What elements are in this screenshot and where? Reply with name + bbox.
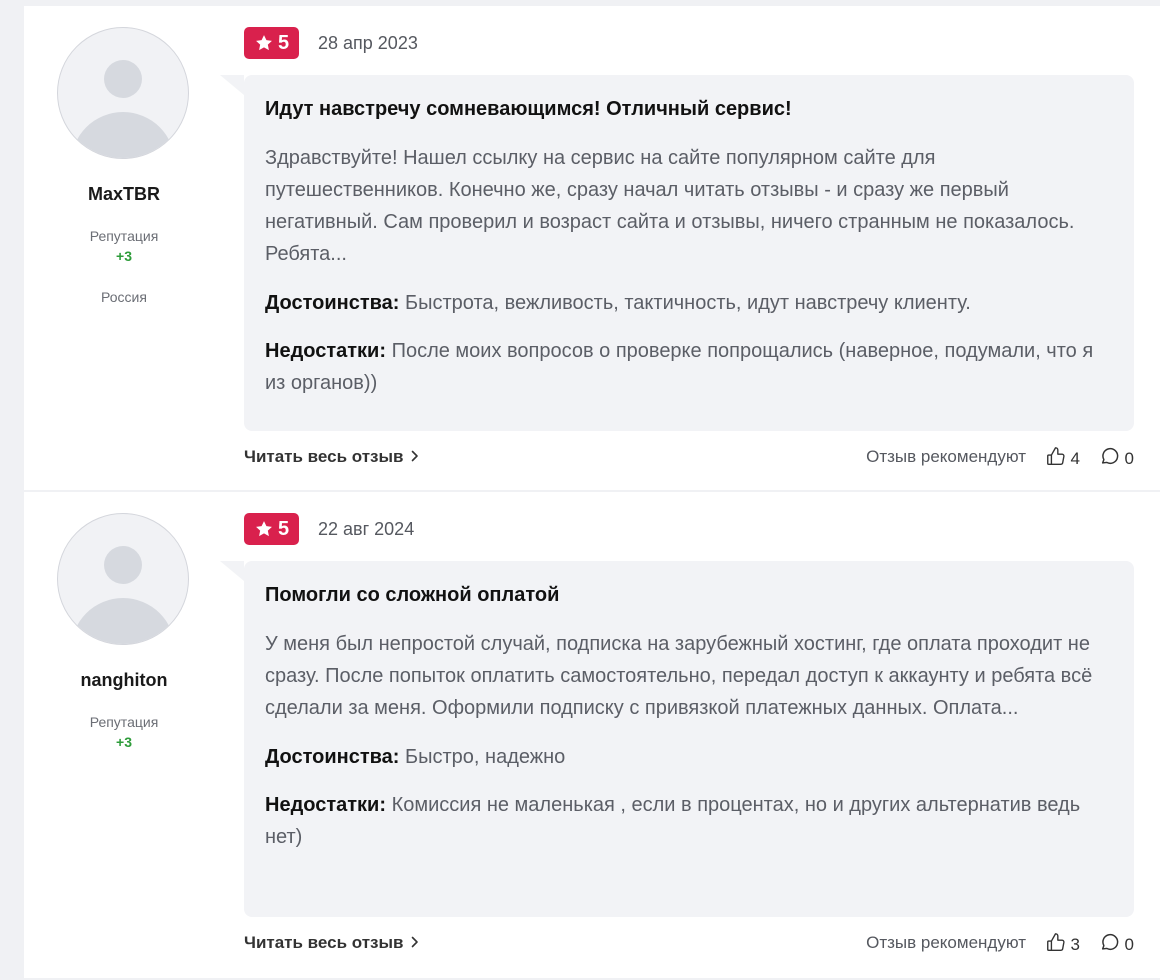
avatar-head-shape xyxy=(104,546,142,584)
review-content: Помогли со сложной оплатой У меня был не… xyxy=(220,561,1134,917)
read-more-label: Читать весь отзыв xyxy=(244,933,404,952)
reputation-label: Репутация xyxy=(89,714,159,730)
chevron-right-icon xyxy=(411,933,419,953)
reputation-label: Репутация xyxy=(89,228,159,244)
comment-icon xyxy=(1099,931,1121,958)
read-full-review-link[interactable]: Читать весь отзыв xyxy=(244,447,419,467)
pros-text: Быстро, надежно xyxy=(405,746,566,768)
review-cons: Недостатки: Комиссия не маленькая , если… xyxy=(265,789,1113,853)
comment-icon xyxy=(1099,445,1121,472)
review-pros: Достоинства: Быстро, надежно xyxy=(265,741,1113,773)
review-date: 28 апр 2023 xyxy=(318,33,418,53)
comments-button[interactable]: 0 xyxy=(1099,445,1134,472)
like-button[interactable]: 4 xyxy=(1045,445,1080,472)
read-full-review-link[interactable]: Читать весь отзыв xyxy=(244,933,419,953)
reputation-value: +3 xyxy=(116,734,132,750)
thumbs-up-icon xyxy=(1045,931,1067,958)
rating-badge: 5 xyxy=(244,27,299,59)
comments-button[interactable]: 0 xyxy=(1099,931,1134,958)
cons-label: Недостатки: xyxy=(265,340,387,362)
cons-text: Комиссия не маленькая , если в процентах… xyxy=(265,794,1081,848)
review-footer: Читать весь отзыв Отзыв рекомендуют 3 0 xyxy=(244,933,1134,957)
review-card: nanghiton Репутация +3 5 22 авг 2024 Пом… xyxy=(24,492,1160,978)
review-card: MaxTBR Репутация +3 Россия 5 28 апр 2023… xyxy=(24,6,1160,490)
avatar-head-shape xyxy=(104,60,142,98)
avatar[interactable] xyxy=(57,27,189,159)
recommend-label: Отзыв рекомендуют xyxy=(866,933,1026,952)
likes-count: 3 xyxy=(1070,934,1080,954)
pros-text: Быстрота, вежливость, тактичность, идут … xyxy=(405,292,971,314)
avatar-body-shape xyxy=(71,598,175,644)
review-pros: Достоинства: Быстрота, вежливость, такти… xyxy=(265,287,1113,319)
star-icon xyxy=(254,33,274,53)
avatar-body-shape xyxy=(71,112,175,158)
review-title[interactable]: Помогли со сложной оплатой xyxy=(265,581,1113,609)
reviews-page: MaxTBR Репутация +3 Россия 5 28 апр 2023… xyxy=(0,0,1160,980)
recommend-label: Отзыв рекомендуют xyxy=(866,447,1026,466)
author-name[interactable]: MaxTBR xyxy=(24,184,224,205)
like-button[interactable]: 3 xyxy=(1045,931,1080,958)
review-footer: Читать весь отзыв Отзыв рекомендуют 4 0 xyxy=(244,447,1134,471)
review-content: Идут навстречу сомневающимся! Отличный с… xyxy=(220,75,1134,431)
review-body: Здравствуйте! Нашел ссылку на сервис на … xyxy=(265,147,1075,265)
likes-count: 4 xyxy=(1070,448,1080,468)
cons-label: Недостатки: xyxy=(265,794,387,816)
comments-count: 0 xyxy=(1124,448,1134,468)
pros-label: Достоинства: xyxy=(265,746,400,768)
review-cons: Недостатки: После моих вопросов о провер… xyxy=(265,335,1113,399)
review-body: У меня был непростой случай, подписка на… xyxy=(265,633,1093,719)
reputation-value: +3 xyxy=(116,248,132,264)
comments-count: 0 xyxy=(1124,934,1134,954)
thumbs-up-icon xyxy=(1045,445,1067,472)
rating-value: 5 xyxy=(277,31,290,54)
author-country: Россия xyxy=(101,289,147,305)
star-icon xyxy=(254,519,274,539)
rating-value: 5 xyxy=(277,517,290,540)
author-name[interactable]: nanghiton xyxy=(24,670,224,691)
chevron-right-icon xyxy=(411,447,419,467)
review-date: 22 авг 2024 xyxy=(318,519,415,539)
pros-label: Достоинства: xyxy=(265,292,400,314)
rating-badge: 5 xyxy=(244,513,299,545)
avatar[interactable] xyxy=(57,513,189,645)
cons-text: После моих вопросов о проверке попрощали… xyxy=(265,340,1094,394)
read-more-label: Читать весь отзыв xyxy=(244,447,404,466)
review-title[interactable]: Идут навстречу сомневающимся! Отличный с… xyxy=(265,95,1113,123)
